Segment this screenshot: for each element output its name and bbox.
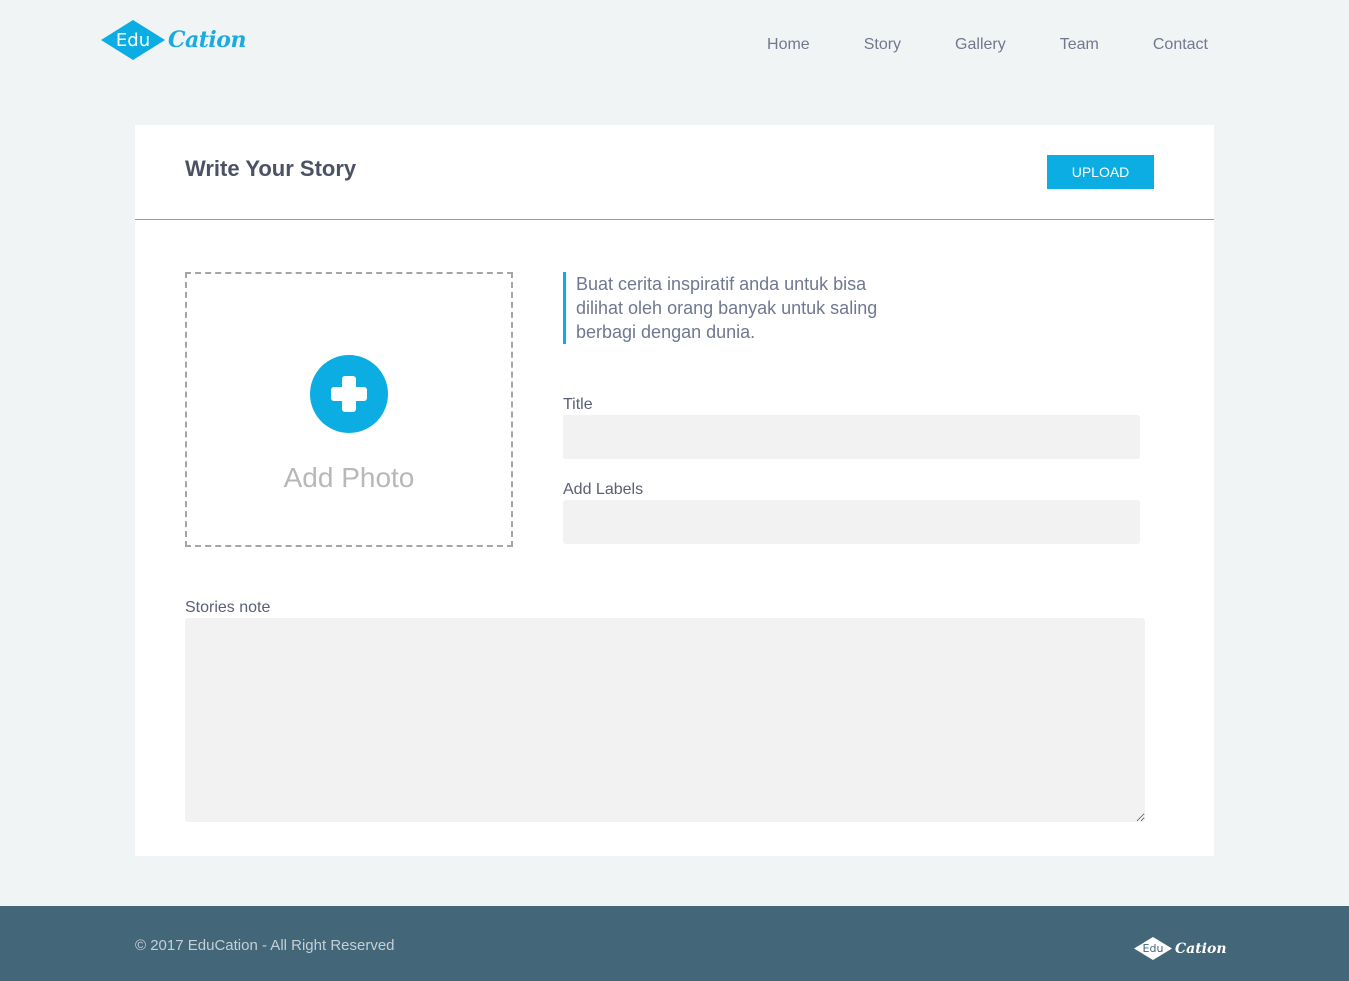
labels-label: Add Labels: [563, 481, 644, 498]
page-title: Write Your Story: [185, 156, 357, 181]
logo[interactable]: Edu Cation: [100, 19, 246, 61]
footer-logo-diamond-icon: Edu: [1133, 936, 1173, 961]
site-header: Edu Cation Home Story Gallery Team Conta…: [0, 0, 1349, 95]
upload-button[interactable]: UPLOAD: [1047, 155, 1154, 189]
nav-team[interactable]: Team: [1060, 36, 1099, 54]
quote-line: dilihat oleh orang banyak untuk saling: [576, 298, 878, 318]
intro-quote: Buat cerita inspiratif anda untuk bisa d…: [563, 272, 923, 344]
stories-note-label: Stories note: [185, 599, 271, 616]
title-label: Title: [563, 396, 593, 413]
main-nav: Home Story Gallery Team Contact: [713, 36, 1208, 54]
footer-logo[interactable]: Edu Cation: [1133, 936, 1227, 961]
footer-logo-text-cation: Cation: [1175, 940, 1227, 957]
quote-line: berbagi dengan dunia.: [576, 322, 756, 342]
logo-diamond-icon: Edu: [100, 19, 166, 61]
nav-contact[interactable]: Contact: [1153, 36, 1208, 54]
nav-home[interactable]: Home: [767, 36, 810, 54]
card-header: Write Your Story UPLOAD: [135, 125, 1214, 220]
quote-line: Buat cerita inspiratif anda untuk bisa: [576, 274, 867, 294]
add-photo-dropzone[interactable]: Add Photo: [185, 272, 513, 547]
logo-text-cation: Cation: [168, 27, 246, 53]
nav-story[interactable]: Story: [864, 36, 901, 54]
title-input[interactable]: [563, 415, 1140, 459]
footer-logo-text-edu: Edu: [1142, 942, 1164, 955]
add-photo-label: Add Photo: [283, 462, 415, 493]
nav-gallery[interactable]: Gallery: [955, 36, 1006, 54]
labels-input[interactable]: [563, 500, 1140, 544]
plus-circle-icon[interactable]: [310, 355, 388, 433]
copyright-text: © 2017 EduCation - All Right Reserved: [135, 937, 395, 954]
site-footer: © 2017 EduCation - All Right Reserved Ed…: [0, 906, 1349, 981]
story-form-card: Write Your Story UPLOAD Add Photo Buat c…: [135, 125, 1214, 856]
stories-note-textarea[interactable]: [185, 618, 1145, 822]
logo-text-edu: Edu: [115, 29, 151, 51]
